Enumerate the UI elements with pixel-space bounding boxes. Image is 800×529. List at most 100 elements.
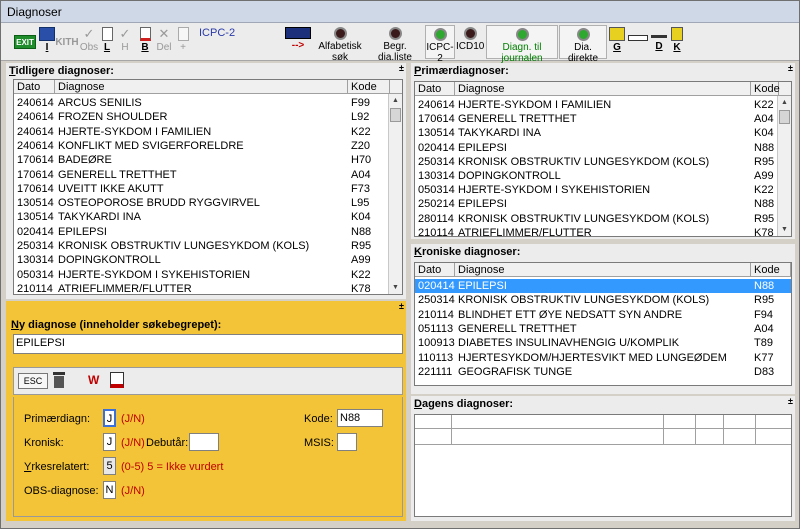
- primaerdiagn-input[interactable]: J: [103, 409, 116, 427]
- table-row[interactable]: 170614 GENERELL TRETTHET A04: [415, 112, 791, 126]
- col-dato[interactable]: Dato: [415, 82, 455, 96]
- table-row[interactable]: 210114 ATRIEFLIMMER/FLUTTER K78: [14, 282, 402, 295]
- table-row[interactable]: 240614 KONFLIKT MED SVIGERFORELDRE Z20: [14, 139, 402, 153]
- cell-dato: 170614: [17, 154, 54, 167]
- table-row[interactable]: 130514 TAKYKARDI INA K04: [415, 126, 791, 140]
- table-row[interactable]: 130314 DOPINGKONTROLL A99: [415, 169, 791, 183]
- begr-dia-liste-button[interactable]: Begr. dia.liste: [367, 25, 423, 63]
- cell-diagnose: ATRIEFLIMMER/FLUTTER: [58, 282, 192, 295]
- b-button[interactable]: B: [137, 25, 153, 59]
- pin-icon[interactable]: ±: [399, 301, 404, 311]
- d-button[interactable]: D: [651, 25, 667, 59]
- k-button[interactable]: K: [669, 25, 685, 59]
- obs-diagnose-input[interactable]: N: [103, 481, 116, 499]
- table-row[interactable]: 250214 EPILEPSI N88: [415, 197, 791, 211]
- pin-icon[interactable]: ±: [399, 63, 404, 73]
- arrow-button[interactable]: -->: [283, 25, 313, 59]
- table-row[interactable]: 280114 KRONISK OBSTRUKTIV LUNGESYKDOM (KO…: [415, 212, 791, 226]
- cell-dato: 130314: [418, 170, 455, 182]
- cell-dato: 050314: [17, 268, 54, 281]
- cell-kode: H70: [351, 154, 372, 167]
- diagnose-search-input[interactable]: EPILEPSI: [13, 334, 403, 354]
- table-row[interactable]: 240614 HJERTE-SYKDOM I FAMILIEN K22: [415, 98, 791, 112]
- col-diagnose[interactable]: Diagnose: [455, 82, 751, 96]
- col-diagnose[interactable]: Diagnose: [55, 80, 348, 94]
- table-row[interactable]: 250314 KRONISK OBSTRUKTIV LUNGESYKDOM (KO…: [415, 293, 791, 307]
- table-row[interactable]: 240614 HJERTE-SYKDOM I FAMILIEN K22: [14, 125, 402, 139]
- alfabetisk-sok-button[interactable]: Alfabetisk søk: [313, 25, 367, 63]
- table-row[interactable]: 100913 DIABETES INSULINAVHENGIG U/KOMPLIK…: [415, 336, 791, 350]
- plus-button[interactable]: +: [175, 25, 191, 59]
- table-row[interactable]: 130514 OSTEOPOROSE BRUDD RYGGVIRVEL L95: [14, 196, 402, 210]
- table-row[interactable]: 250314 KRONISK OBSTRUKTIV LUNGESYKDOM (KO…: [415, 155, 791, 169]
- primaerdiagnoser-panel: Primærdiagnoser: ± Dato Diagnose Kode 24…: [411, 63, 795, 239]
- w-button[interactable]: W: [88, 373, 99, 387]
- i-button[interactable]: I: [39, 25, 55, 59]
- esc-button[interactable]: ESC: [18, 373, 48, 389]
- divider-button[interactable]: [627, 25, 649, 59]
- table-row[interactable]: 210114 ATRIEFLIMMER/FLUTTER K78: [415, 226, 791, 236]
- del-button[interactable]: ✕ Del: [155, 25, 173, 59]
- cell-diagnose: ARCUS SENILIS: [58, 97, 142, 109]
- table-row[interactable]: 020414 EPILEPSI N88: [415, 141, 791, 155]
- table-row[interactable]: 240614 ARCUS SENILIS F99: [14, 96, 402, 110]
- table-row[interactable]: 130514 TAKYKARDI INA K04: [14, 210, 402, 224]
- table-row[interactable]: 240614 FROZEN SHOULDER L92: [14, 110, 402, 124]
- kode-input[interactable]: N88: [337, 409, 383, 427]
- scrollbar[interactable]: ▲ ▼: [388, 94, 402, 294]
- col-kode[interactable]: Kode: [751, 263, 791, 277]
- scroll-thumb[interactable]: [390, 108, 401, 122]
- icpc2-button[interactable]: ICPC-2: [425, 25, 455, 64]
- table-row[interactable]: 170614 GENERELL TRETTHET A04: [14, 168, 402, 182]
- g-button[interactable]: G: [609, 25, 625, 59]
- debutar-input[interactable]: [189, 433, 219, 451]
- scroll-up-icon[interactable]: ▲: [778, 96, 791, 109]
- pin-icon[interactable]: ±: [788, 63, 793, 73]
- col-dato[interactable]: Dato: [14, 80, 55, 94]
- obs-button[interactable]: ✓ Obs: [79, 25, 99, 59]
- cell-kode: A04: [351, 168, 371, 181]
- table-row[interactable]: 050314 HJERTE-SYKDOM I SYKEHISTORIEN K22: [415, 183, 791, 197]
- dia-direkte-button[interactable]: Dia. direkte: [559, 25, 607, 64]
- table-row[interactable]: 020414 EPILEPSI N88: [14, 225, 402, 239]
- cell-dato: 210114: [17, 282, 53, 295]
- scrollbar[interactable]: ▲ ▼: [777, 96, 791, 236]
- h-button[interactable]: ✓ H: [117, 25, 133, 59]
- exit-button[interactable]: EXIT: [13, 25, 37, 59]
- table-row[interactable]: 020414 EPILEPSI N88: [415, 279, 791, 294]
- scroll-thumb[interactable]: [779, 110, 790, 124]
- l-button[interactable]: L: [99, 25, 115, 59]
- yrkesrelatert-input[interactable]: 5: [103, 457, 116, 475]
- cell-diagnose: KRONISK OBSTRUKTIV LUNGESYKDOM (KOLS): [58, 240, 310, 252]
- table-row[interactable]: 050314 HJERTE-SYKDOM I SYKEHISTORIEN K22: [14, 268, 402, 282]
- trash-icon[interactable]: [52, 372, 66, 389]
- table-row[interactable]: 170614 UVEITT IKKE AKUTT F73: [14, 182, 402, 196]
- table-row[interactable]: 221111 GEOGRAFISK TUNGE D83: [415, 365, 791, 379]
- table-row[interactable]: 130314 DOPINGKONTROLL A99: [14, 253, 402, 267]
- pin-icon[interactable]: ±: [788, 396, 793, 406]
- table-row[interactable]: 170614 BADEØRE H70: [14, 153, 402, 167]
- table-row[interactable]: 110113 HJERTESYKDOM/HJERTESVIKT MED LUNGE…: [415, 351, 791, 365]
- kroniske-diagnoser-panel: Kroniske diagnoser: Dato Diagnose Kode 0…: [411, 244, 795, 394]
- table-row[interactable]: 051113 GENERELL TRETTHET A04: [415, 322, 791, 336]
- kith-button[interactable]: KITH: [55, 25, 79, 59]
- icd10-button[interactable]: ICD10: [456, 25, 484, 59]
- table-row[interactable]: 250314 KRONISK OBSTRUKTIV LUNGESYKDOM (KO…: [14, 239, 402, 253]
- col-dato[interactable]: Dato: [415, 263, 455, 277]
- kronisk-input[interactable]: J: [103, 433, 116, 451]
- cell-kode: A04: [754, 113, 774, 126]
- scroll-down-icon[interactable]: ▼: [389, 281, 402, 294]
- col-kode[interactable]: Kode: [751, 82, 780, 96]
- cell-kode: A99: [351, 254, 371, 267]
- obs-diagnose-hint: (J/N): [121, 485, 145, 497]
- dagens-diagnoser-panel: Dagens diagnoser: ±: [411, 396, 795, 521]
- col-diagnose[interactable]: Diagnose: [455, 263, 751, 277]
- scroll-down-icon[interactable]: ▼: [778, 223, 791, 236]
- scroll-up-icon[interactable]: ▲: [389, 94, 402, 107]
- document-red-icon[interactable]: [110, 372, 124, 388]
- msis-input[interactable]: [337, 433, 357, 451]
- diagn-til-journalen-button[interactable]: Diagn. til journalen: [486, 25, 558, 64]
- cell-diagnose: TAKYKARDI INA: [458, 127, 541, 140]
- col-kode[interactable]: Kode: [348, 80, 390, 94]
- table-row[interactable]: 210114 BLINDHET ETT ØYE NEDSATT SYN ANDRE…: [415, 308, 791, 322]
